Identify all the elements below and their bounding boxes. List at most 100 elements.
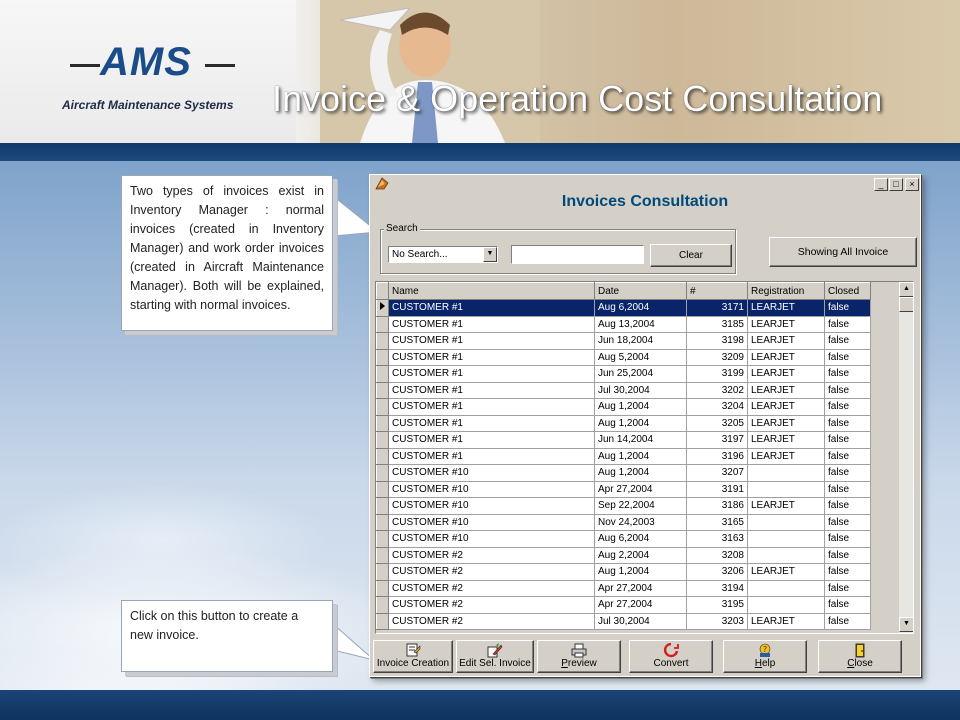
table-row[interactable]: CUSTOMER #1 Aug 1,2004 3204 LEARJET false	[376, 398, 871, 416]
table-cell[interactable]: LEARJET	[747, 398, 825, 416]
table-cell[interactable]: 3202	[686, 382, 748, 399]
table-cell[interactable]: LEARJET	[747, 497, 825, 515]
table-cell[interactable]: Aug 6,2004	[594, 530, 687, 548]
row-indicator[interactable]	[376, 431, 389, 449]
column-header-registration[interactable]: Registration	[747, 282, 825, 300]
column-header-name[interactable]: Name	[388, 282, 595, 300]
table-cell[interactable]: CUSTOMER #1	[388, 332, 595, 350]
table-cell[interactable]: Aug 6,2004	[594, 299, 687, 317]
table-cell[interactable]: 3198	[686, 332, 748, 350]
search-mode-select[interactable]: No Search... ▼	[388, 246, 498, 263]
table-row[interactable]: CUSTOMER #1 Aug 13,2004 3185 LEARJET false	[376, 315, 871, 333]
table-cell[interactable]: false	[824, 349, 871, 366]
table-row[interactable]: CUSTOMER #2 Apr 27,2004 3194 false	[376, 579, 871, 597]
vertical-scrollbar[interactable]: ▲ ▼	[899, 282, 913, 633]
table-cell[interactable]: LEARJET	[747, 448, 825, 465]
table-row[interactable]: CUSTOMER #10 Nov 24,2003 3165 false	[376, 513, 871, 531]
table-cell[interactable]: false	[824, 530, 871, 548]
table-cell[interactable]: 3205	[686, 415, 748, 432]
table-cell[interactable]: LEARJET	[747, 299, 825, 317]
table-cell[interactable]: 3204	[686, 398, 748, 416]
table-cell[interactable]: Aug 13,2004	[594, 316, 687, 333]
table-cell[interactable]: CUSTOMER #1	[388, 448, 595, 465]
table-cell[interactable]: CUSTOMER #1	[388, 431, 595, 449]
scroll-down-icon[interactable]: ▼	[899, 617, 913, 632]
table-cell[interactable]: Apr 27,2004	[594, 596, 687, 614]
table-cell[interactable]: 3163	[686, 530, 748, 548]
table-cell[interactable]: 3195	[686, 596, 748, 614]
table-cell[interactable]: false	[824, 316, 871, 333]
row-indicator[interactable]	[376, 398, 389, 416]
table-cell[interactable]: CUSTOMER #2	[388, 613, 595, 630]
table-cell[interactable]: CUSTOMER #10	[388, 530, 595, 548]
table-cell[interactable]: false	[824, 464, 871, 482]
table-cell[interactable]: 3197	[686, 431, 748, 449]
table-cell[interactable]: Aug 1,2004	[594, 448, 687, 465]
table-row[interactable]: CUSTOMER #2 Aug 2,2004 3208 false	[376, 546, 871, 564]
table-cell[interactable]: Nov 24,2003	[594, 514, 687, 531]
table-cell[interactable]: CUSTOMER #2	[388, 580, 595, 597]
table-cell[interactable]: CUSTOMER #1	[388, 365, 595, 383]
maximize-button[interactable]: □	[889, 178, 903, 191]
table-cell[interactable]: 3196	[686, 448, 748, 465]
column-header-closed[interactable]: Closed	[824, 282, 871, 300]
table-cell[interactable]	[747, 580, 825, 597]
row-indicator[interactable]	[376, 332, 389, 350]
table-cell[interactable]: false	[824, 580, 871, 597]
search-input[interactable]	[511, 245, 644, 264]
table-row[interactable]: CUSTOMER #2 Apr 27,2004 3195 false	[376, 596, 871, 614]
table-cell[interactable]: false	[824, 398, 871, 416]
table-cell[interactable]: false	[824, 613, 871, 630]
column-header-date[interactable]: Date	[594, 282, 687, 300]
table-row[interactable]: CUSTOMER #1 Jun 25,2004 3199 LEARJET false	[376, 365, 871, 383]
row-indicator[interactable]	[376, 579, 389, 597]
table-cell[interactable]: CUSTOMER #1	[388, 299, 595, 317]
table-cell[interactable]: Jun 25,2004	[594, 365, 687, 383]
table-cell[interactable]: 3206	[686, 563, 748, 581]
table-cell[interactable]: 3199	[686, 365, 748, 383]
table-cell[interactable]: LEARJET	[747, 349, 825, 366]
row-indicator[interactable]	[376, 365, 389, 383]
table-cell[interactable]: false	[824, 514, 871, 531]
table-cell[interactable]	[747, 530, 825, 548]
table-cell[interactable]: Aug 1,2004	[594, 415, 687, 432]
table-cell[interactable]: 3171	[686, 299, 748, 317]
table-cell[interactable]: CUSTOMER #1	[388, 415, 595, 432]
window-close-button[interactable]: ×	[905, 178, 919, 191]
table-cell[interactable]: 3209	[686, 349, 748, 366]
table-cell[interactable]	[747, 547, 825, 564]
table-cell[interactable]: Apr 27,2004	[594, 481, 687, 498]
row-indicator[interactable]	[376, 513, 389, 531]
table-row[interactable]: CUSTOMER #2 Aug 1,2004 3206 LEARJET false	[376, 563, 871, 581]
clear-button[interactable]: Clear	[650, 244, 732, 267]
row-indicator[interactable]	[376, 348, 389, 366]
table-cell[interactable]: false	[824, 547, 871, 564]
row-indicator[interactable]	[376, 563, 389, 581]
table-cell[interactable]: false	[824, 596, 871, 614]
table-cell[interactable]: LEARJET	[747, 332, 825, 350]
minimize-button[interactable]: _	[874, 178, 888, 191]
table-cell[interactable]: Apr 27,2004	[594, 580, 687, 597]
table-cell[interactable]: 3194	[686, 580, 748, 597]
row-indicator[interactable]	[376, 315, 389, 333]
table-cell[interactable]: 3186	[686, 497, 748, 515]
table-cell[interactable]: CUSTOMER #2	[388, 547, 595, 564]
convert-button[interactable]: Convert	[629, 640, 713, 673]
table-cell[interactable]: LEARJET	[747, 431, 825, 449]
scroll-thumb[interactable]	[899, 297, 913, 312]
row-indicator[interactable]	[376, 381, 389, 399]
row-indicator[interactable]	[376, 447, 389, 465]
edit-selected-invoice-button[interactable]: Edit Sel. Invoice	[456, 640, 534, 673]
table-cell[interactable]: LEARJET	[747, 365, 825, 383]
row-indicator[interactable]	[376, 464, 389, 482]
table-row[interactable]: CUSTOMER #10 Apr 27,2004 3191 false	[376, 480, 871, 498]
table-cell[interactable]: false	[824, 481, 871, 498]
table-cell[interactable]: false	[824, 299, 871, 317]
table-row[interactable]: CUSTOMER #10 Sep 22,2004 3186 LEARJET false	[376, 497, 871, 515]
preview-button[interactable]: Preview	[537, 640, 621, 673]
showing-all-invoice-button[interactable]: Showing All Invoice	[769, 237, 917, 267]
table-cell[interactable]	[747, 514, 825, 531]
row-indicator[interactable]	[376, 546, 389, 564]
row-indicator[interactable]	[376, 480, 389, 498]
table-cell[interactable]: CUSTOMER #10	[388, 481, 595, 498]
